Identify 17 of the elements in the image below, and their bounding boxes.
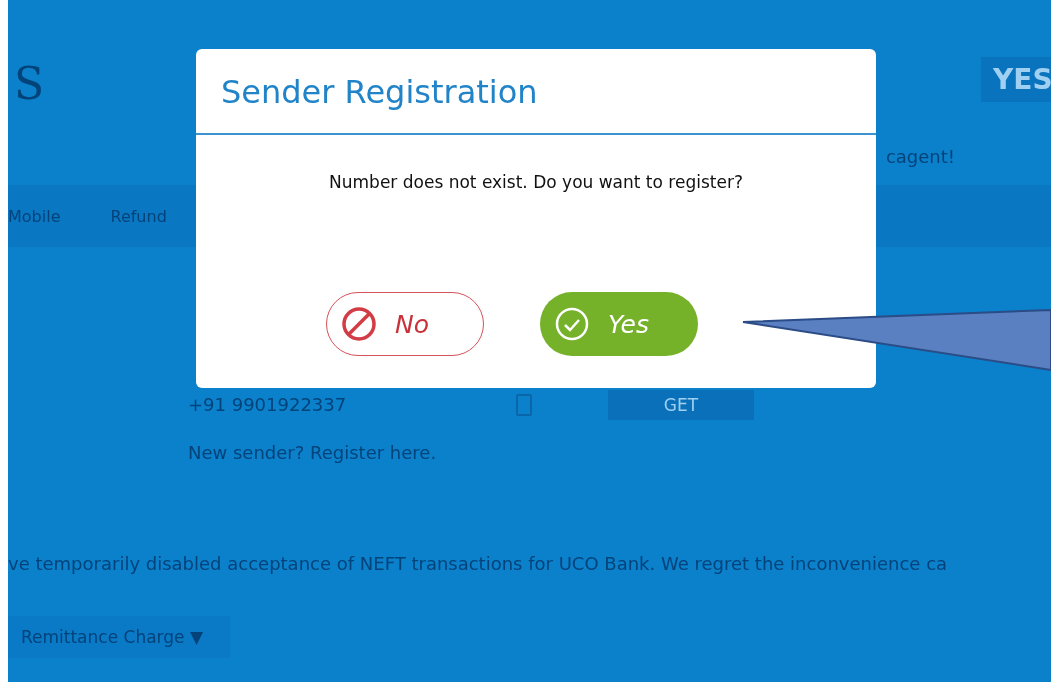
dialog-title: Sender Registration: [196, 49, 876, 135]
get-button[interactable]: GET: [608, 390, 754, 420]
bank-logo: YES: [981, 57, 1051, 102]
check-circle-icon: [554, 306, 590, 342]
notice-text: ve temporarily disabled acceptance of NEFT transactions for UCO Bank. We regret the inconvenience ca: [8, 553, 949, 574]
register-link[interactable]: New sender? Register here.: [188, 442, 754, 463]
nav-item[interactable]: Mobile: [8, 206, 61, 226]
yes-button[interactable]: Yes: [540, 292, 698, 356]
nav-item[interactable]: Refund: [110, 206, 167, 226]
dialog-message: Number does not exist. Do you want to register?: [328, 172, 744, 192]
remittance-charge-button[interactable]: Remittance Charge ▼: [8, 616, 230, 658]
logo-text: S: [14, 58, 45, 108]
no-button[interactable]: No: [326, 292, 484, 356]
welcome-text: cagent!: [885, 146, 955, 167]
phone-field[interactable]: +91 9901922337: [188, 390, 538, 420]
mobile-icon: [516, 394, 532, 416]
prohibited-icon: [341, 306, 377, 342]
